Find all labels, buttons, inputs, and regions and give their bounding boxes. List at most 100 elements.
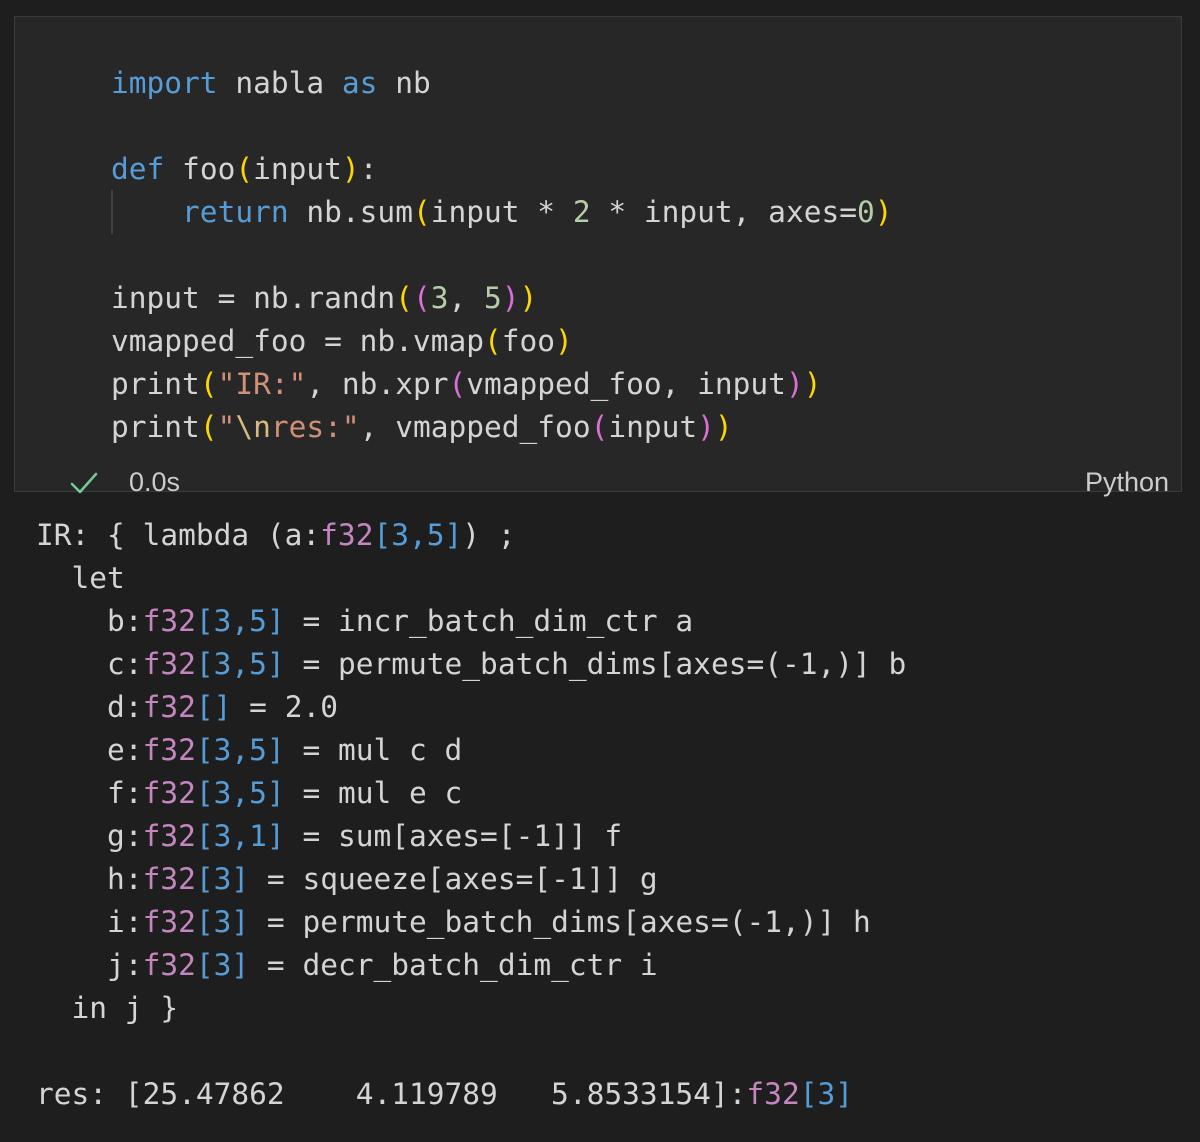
code-token: ) — [874, 195, 893, 229]
code-token: f32 — [142, 733, 196, 767]
output-line: f:f32[3,5] = mul e c — [36, 772, 906, 815]
code-token: g: — [36, 819, 143, 853]
code-token: f32 — [142, 819, 196, 853]
code-line: import nabla as nb — [111, 62, 893, 105]
output-line: e:f32[3,5] = mul c d — [36, 729, 906, 772]
code-token: f32 — [320, 518, 374, 552]
code-token: f32 — [142, 604, 196, 638]
code-token: f: — [36, 776, 143, 810]
code-token: vmapped_foo, input — [466, 367, 786, 401]
code-token: " — [217, 410, 236, 444]
code-token: e: — [36, 733, 143, 767]
code-token: ) — [697, 410, 715, 444]
code-token: ( — [590, 410, 609, 444]
code-token: ) — [803, 367, 822, 401]
code-token: [3,5] — [195, 776, 285, 810]
output-line: d:f32[] = 2.0 — [36, 686, 906, 729]
code-token: [] — [195, 690, 232, 724]
code-token: f32 — [142, 647, 196, 681]
code-token: , nb.xpr — [306, 367, 449, 401]
code-token: f32 — [142, 948, 196, 982]
code-token: i: — [36, 905, 143, 939]
code-line: return nb.sum(input * 2 * input, axes=0) — [111, 191, 893, 234]
code-token: input — [608, 410, 698, 444]
code-token: [3] — [799, 1077, 854, 1111]
code-token: "IR:" — [217, 367, 307, 401]
code-line: vmapped_foo = nb.vmap(foo) — [111, 320, 893, 363]
code-token: print — [111, 410, 200, 444]
code-token: ) — [714, 410, 733, 444]
code-token: [3,5] — [373, 518, 463, 552]
code-token: [3,5] — [195, 647, 285, 681]
code-token: ) — [555, 324, 573, 358]
code-token: = mul c d — [284, 733, 463, 767]
code-token: ) ; — [462, 518, 516, 552]
code-token: [3] — [195, 862, 250, 896]
code-token: IR: { lambda (a: — [36, 518, 321, 552]
code-token: ) — [341, 152, 360, 186]
code-token: = mul e c — [284, 776, 463, 810]
code-token: ( — [448, 367, 467, 401]
output-line: j:f32[3] = decr_batch_dim_ctr i — [36, 944, 906, 987]
code-token: nb.sum — [288, 195, 413, 229]
output-line: in j } — [36, 987, 906, 1030]
code-token: print — [111, 367, 200, 401]
code-token: = sum[axes=[-1]] f — [284, 819, 623, 853]
code-token: return — [182, 195, 289, 229]
code-token: f32 — [142, 776, 196, 810]
code-token: f32 — [142, 905, 196, 939]
code-token: res:" — [270, 410, 360, 444]
checkmark-icon — [70, 472, 98, 494]
code-token: 0 — [857, 195, 875, 229]
code-token: = 2.0 — [231, 690, 338, 724]
code-token: [3] — [195, 948, 250, 982]
cell-language-button[interactable]: Python — [1085, 467, 1169, 498]
output-line: c:f32[3,5] = permute_batch_dims[axes=(-1… — [36, 643, 906, 686]
cell-output: IR: { lambda (a:f32[3,5]) ; let b:f32[3,… — [36, 514, 906, 1116]
code-token: def — [111, 152, 165, 186]
code-token: ) — [519, 281, 538, 315]
code-token: f32 — [142, 862, 196, 896]
execution-time: 0.0s — [129, 467, 181, 497]
code-token: = permute_batch_dims[axes=(-1,)] h — [249, 905, 871, 939]
code-token: res: [25.47862 4.119789 5.8533154]: — [36, 1077, 747, 1111]
code-token: , — [448, 281, 484, 315]
output-result-line: res: [25.47862 4.119789 5.8533154]:f32[3… — [36, 1073, 906, 1116]
code-token: h: — [36, 862, 143, 896]
code-token: ( — [395, 281, 413, 315]
output-line: IR: { lambda (a:f32[3,5]) ; — [36, 514, 906, 557]
code-token: import — [111, 66, 218, 100]
output-line: g:f32[3,1] = sum[axes=[-1]] f — [36, 815, 906, 858]
output-line: b:f32[3,5] = incr_batch_dim_ctr a — [36, 600, 906, 643]
code-token: nabla — [217, 66, 342, 100]
code-line: def foo(input): — [111, 148, 893, 191]
output-line: let — [36, 557, 906, 600]
code-token: as — [341, 66, 378, 100]
code-line: input = nb.randn((3, 5)) — [111, 277, 893, 320]
code-line: print("\nres:", vmapped_foo(input)) — [111, 406, 893, 449]
code-token: d: — [36, 690, 143, 724]
code-token: 3 — [430, 281, 449, 315]
code-line: print("IR:", nb.xpr(vmapped_foo, input)) — [111, 363, 893, 406]
code-editor[interactable]: import nabla as nb def foo(input): retur… — [111, 17, 893, 449]
code-token: [3,5] — [195, 604, 285, 638]
notebook-code-cell[interactable]: import nabla as nb def foo(input): retur… — [14, 16, 1182, 497]
code-token: \n — [235, 410, 271, 444]
code-token: 2 — [572, 195, 591, 229]
code-token: foo — [501, 324, 556, 358]
code-token: [3] — [195, 905, 250, 939]
code-token: f32 — [746, 1077, 800, 1111]
code-token: c: — [36, 647, 143, 681]
code-token: in j } — [36, 991, 179, 1025]
code-token: ( — [412, 195, 431, 229]
code-token: b: — [36, 604, 143, 638]
code-token: = squeeze[axes=[-1]] g — [249, 862, 658, 896]
code-token: * input, axes= — [590, 195, 857, 229]
code-token: : — [359, 152, 378, 186]
code-token: nb — [377, 66, 431, 100]
output-line: i:f32[3] = permute_batch_dims[axes=(-1,)… — [36, 901, 906, 944]
code-token: [3,1] — [195, 819, 285, 853]
